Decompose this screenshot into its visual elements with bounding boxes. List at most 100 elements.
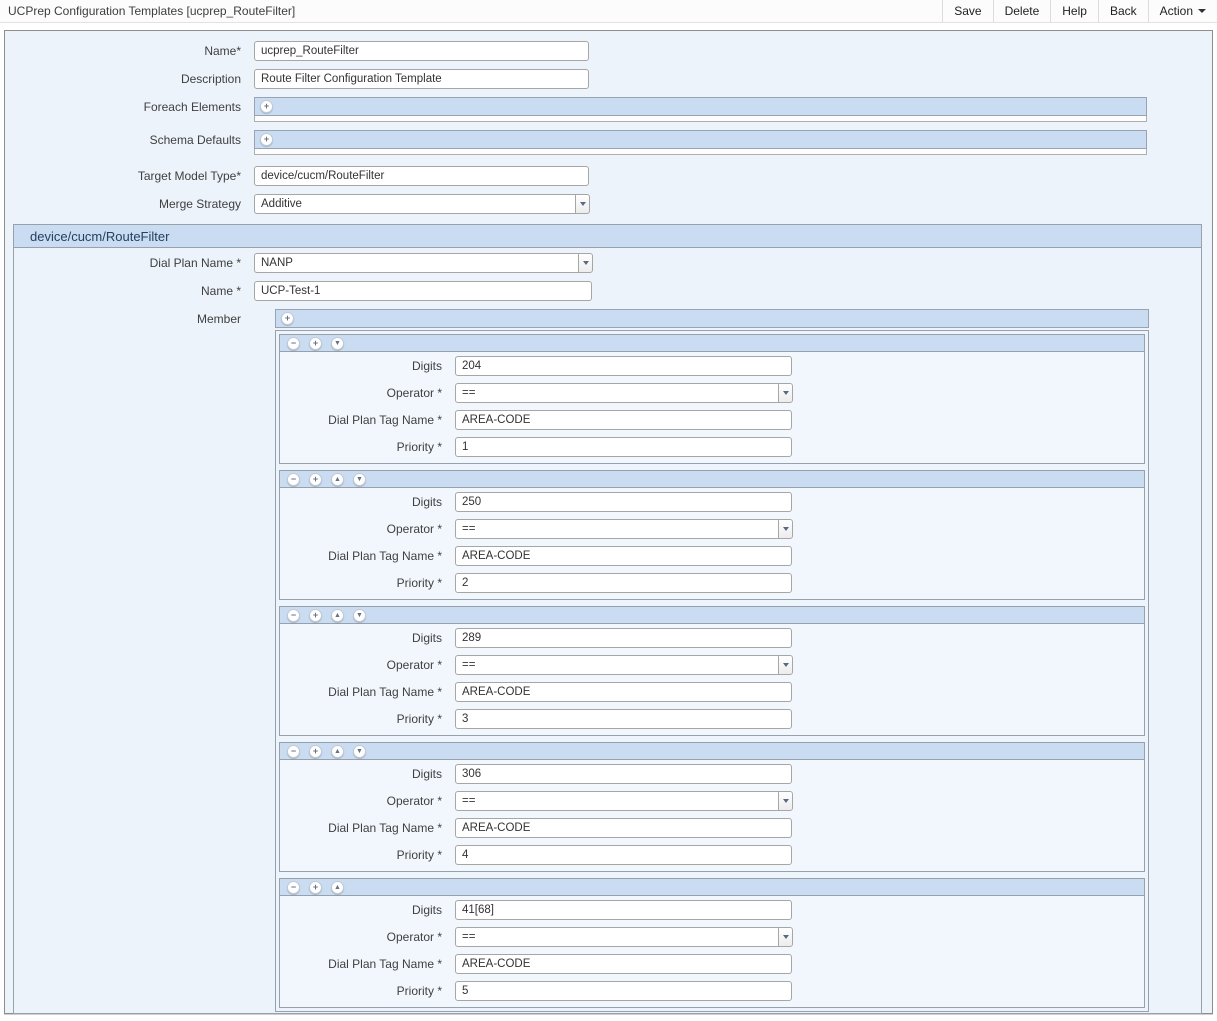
operator-label: Operator * [280, 519, 455, 539]
add-member-button[interactable]: + [309, 609, 322, 622]
operator-dropdown-button[interactable] [778, 383, 793, 403]
member-5-dial-plan-tag-name-row: Dial Plan Tag Name * [280, 954, 1144, 974]
member-block-4: −+▲▼DigitsOperator *Dial Plan Tag Name *… [279, 742, 1145, 872]
digits-label: Digits [280, 764, 455, 784]
digits-label: Digits [280, 492, 455, 512]
member-add-bar: + [275, 309, 1149, 328]
member-3-digits-row: Digits [280, 628, 1144, 648]
member-list: + −+▼DigitsOperator *Dial Plan Tag Name … [275, 309, 1149, 1012]
member-3-dial-plan-tag-name-row: Dial Plan Tag Name * [280, 682, 1144, 702]
priority-input[interactable] [455, 709, 792, 729]
operator-dropdown-button[interactable] [778, 519, 793, 539]
dial-plan-name-dropdown-button[interactable] [578, 253, 593, 273]
move-member-down-button[interactable]: ▼ [331, 337, 344, 350]
dropdown-arrow-icon [783, 391, 789, 395]
dial-plan-tag-name-input[interactable] [455, 410, 792, 430]
member-2-operator-row: Operator * [280, 519, 1144, 539]
remove-member-button[interactable]: − [287, 473, 300, 486]
move-member-up-button[interactable]: ▲ [331, 745, 344, 758]
remove-member-button[interactable]: − [287, 881, 300, 894]
dial-plan-tag-name-input[interactable] [455, 682, 792, 702]
dropdown-arrow-icon [583, 261, 589, 265]
operator-select[interactable] [455, 519, 778, 539]
dropdown-arrow-icon [783, 935, 789, 939]
section-header: device/cucm/RouteFilter [14, 225, 1201, 248]
priority-label: Priority * [280, 709, 455, 729]
operator-combobox [455, 927, 793, 947]
member-3-priority-row: Priority * [280, 709, 1144, 729]
operator-select[interactable] [455, 383, 778, 403]
delete-button[interactable]: Delete [993, 0, 1051, 22]
merge-strategy-row: Merge Strategy [5, 194, 1212, 214]
priority-input[interactable] [455, 437, 792, 457]
dial-plan-tag-name-input[interactable] [455, 818, 792, 838]
move-member-up-button[interactable]: ▲ [331, 609, 344, 622]
add-foreach-element-button[interactable]: + [260, 100, 273, 113]
move-member-down-button[interactable]: ▼ [353, 609, 366, 622]
member-5-digits-row: Digits [280, 900, 1144, 920]
description-row: Description [5, 69, 1212, 89]
move-member-up-button[interactable]: ▲ [331, 881, 344, 894]
schema-defaults-list: + [254, 130, 1147, 155]
remove-member-button[interactable]: − [287, 337, 300, 350]
digits-input[interactable] [455, 492, 792, 512]
help-button[interactable]: Help [1050, 0, 1098, 22]
dial-plan-tag-name-input[interactable] [455, 954, 792, 974]
priority-input[interactable] [455, 845, 792, 865]
remove-member-button[interactable]: − [287, 745, 300, 758]
dial-plan-name-select[interactable] [254, 253, 578, 273]
add-schema-default-button[interactable]: + [260, 133, 273, 146]
remove-member-button[interactable]: − [287, 609, 300, 622]
plus-icon: + [313, 475, 318, 484]
operator-select[interactable] [455, 655, 778, 675]
member-2-digits-row: Digits [280, 492, 1144, 512]
merge-strategy-select[interactable] [254, 194, 575, 214]
priority-input[interactable] [455, 981, 792, 1001]
route-filter-name-input[interactable] [254, 281, 592, 301]
name-input[interactable] [254, 41, 589, 61]
priority-label: Priority * [280, 437, 455, 457]
operator-dropdown-button[interactable] [778, 655, 793, 675]
add-member-button[interactable]: + [309, 745, 322, 758]
add-member-button[interactable]: + [309, 881, 322, 894]
dropdown-arrow-icon [783, 663, 789, 667]
add-member-button[interactable]: + [281, 312, 294, 325]
arrow-up-icon: ▲ [334, 612, 341, 619]
member-5-toolbar: − + ▲ [280, 879, 1144, 896]
action-menu-button[interactable]: Action [1148, 0, 1217, 22]
minus-icon: − [291, 883, 296, 892]
operator-dropdown-button[interactable] [778, 791, 793, 811]
schema-defaults-add-bar: + [254, 130, 1147, 149]
operator-select[interactable] [455, 791, 778, 811]
save-button[interactable]: Save [942, 0, 992, 22]
digits-input[interactable] [455, 764, 792, 784]
member-block-1: −+▼DigitsOperator *Dial Plan Tag Name *P… [279, 334, 1145, 464]
target-model-type-input[interactable] [254, 166, 589, 186]
foreach-elements-list: + [254, 97, 1147, 122]
move-member-up-button[interactable]: ▲ [331, 473, 344, 486]
operator-combobox [455, 519, 793, 539]
dial-plan-tag-name-input[interactable] [455, 546, 792, 566]
member-4-dial-plan-tag-name-row: Dial Plan Tag Name * [280, 818, 1144, 838]
priority-label: Priority * [280, 845, 455, 865]
priority-input[interactable] [455, 573, 792, 593]
description-input[interactable] [254, 69, 589, 89]
digits-input[interactable] [455, 356, 792, 376]
digits-input[interactable] [455, 628, 792, 648]
title-bar: UCPrep Configuration Templates [ucprep_R… [0, 0, 1217, 23]
move-member-down-button[interactable]: ▼ [353, 473, 366, 486]
foreach-elements-add-bar: + [254, 97, 1147, 116]
plus-icon: + [264, 102, 269, 111]
member-1-priority-row: Priority * [280, 437, 1144, 457]
add-member-button[interactable]: + [309, 473, 322, 486]
move-member-down-button[interactable]: ▼ [353, 745, 366, 758]
operator-dropdown-button[interactable] [778, 927, 793, 947]
operator-select[interactable] [455, 927, 778, 947]
digits-input[interactable] [455, 900, 792, 920]
merge-strategy-combobox [254, 194, 590, 214]
merge-strategy-dropdown-button[interactable] [575, 194, 590, 214]
back-button[interactable]: Back [1098, 0, 1148, 22]
target-model-type-row: Target Model Type* [5, 166, 1212, 186]
add-member-button[interactable]: + [309, 337, 322, 350]
dropdown-arrow-icon [783, 799, 789, 803]
